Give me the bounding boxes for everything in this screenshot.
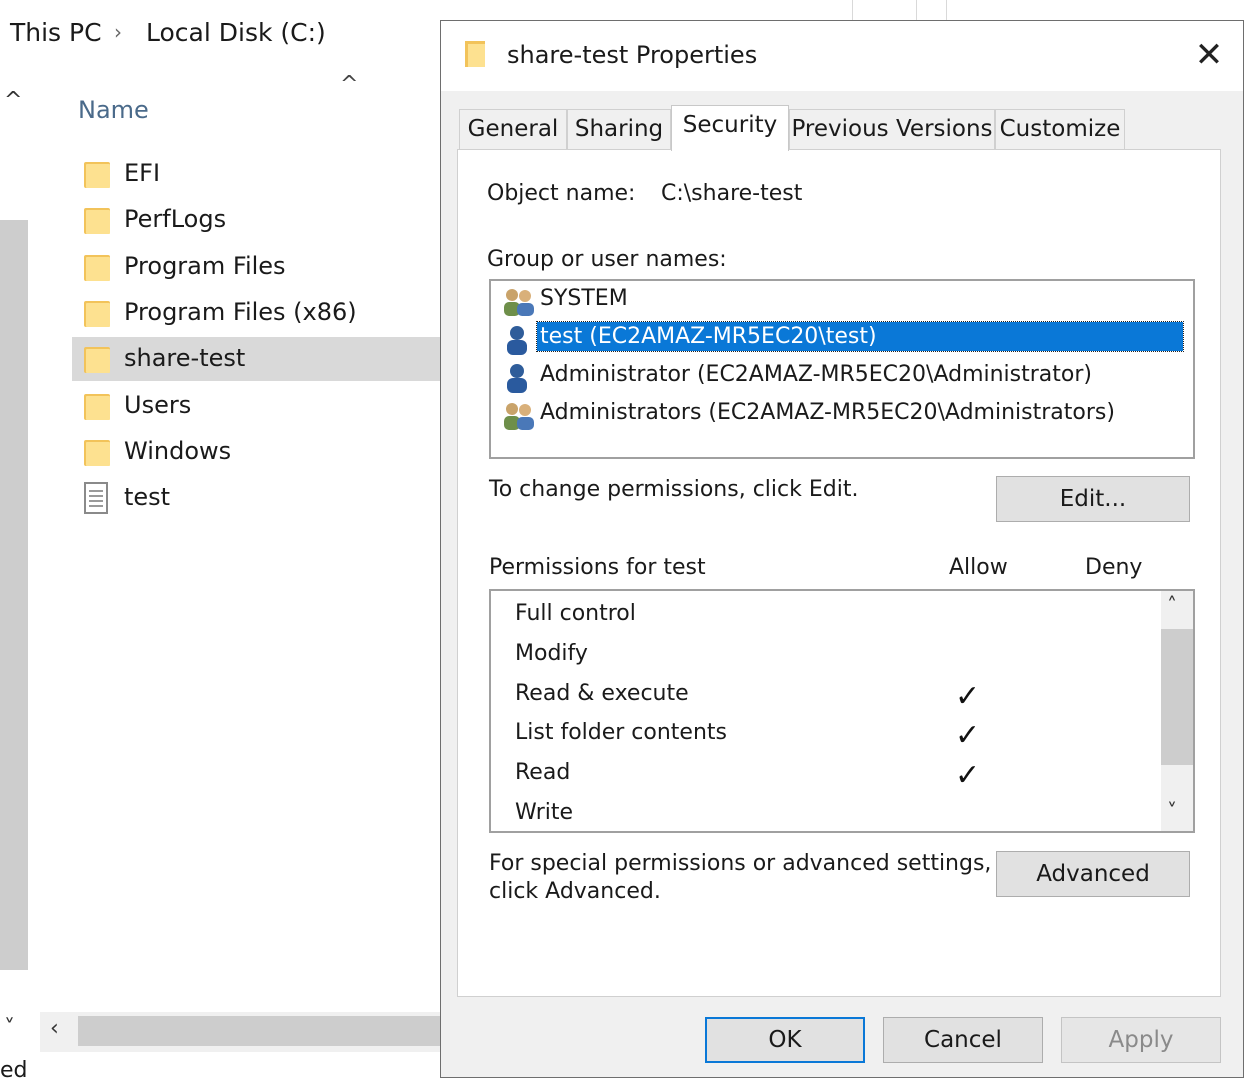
allow-checkmark-icon: ✓ <box>955 718 981 754</box>
tab-previous-versions[interactable]: Previous Versions <box>789 109 995 149</box>
allow-checkmark-icon: ✓ <box>955 758 981 794</box>
edit-button[interactable]: Edit... <box>996 476 1190 522</box>
file-list-item[interactable]: test <box>72 476 440 520</box>
folder-icon <box>84 438 110 466</box>
cancel-button[interactable]: Cancel <box>883 1017 1043 1063</box>
file-name: PerfLogs <box>124 205 227 234</box>
user-name: test (EC2AMAZ-MR5EC20\test) <box>536 321 1184 352</box>
scroll-up-icon[interactable]: ^ <box>4 88 22 113</box>
apply-button[interactable]: Apply <box>1061 1017 1221 1063</box>
advanced-button[interactable]: Advanced <box>996 851 1190 897</box>
permission-row: Read & execute ✓ <box>515 677 1155 715</box>
file-list-item[interactable]: Users <box>72 384 440 428</box>
group-or-user-names-label: Group or user names: <box>487 247 727 272</box>
divider <box>916 0 917 22</box>
scroll-down-icon[interactable]: ˅ <box>4 1016 15 1041</box>
sort-up-icon: ^ <box>340 72 359 97</box>
allow-column-header: Allow <box>949 555 1008 580</box>
file-name: Windows <box>124 436 232 465</box>
divider <box>946 0 947 22</box>
user-name: SYSTEM <box>540 286 628 311</box>
file-name: share-test <box>124 344 246 373</box>
permission-name: Read & execute <box>515 680 689 706</box>
permission-row: List folder contents ✓ <box>515 716 1155 754</box>
folder-icon <box>84 160 110 188</box>
object-name-value: C:\share-test <box>661 181 803 206</box>
user-list[interactable]: SYSTEM test (EC2AMAZ-MR5EC20\test) Adminis… <box>489 279 1195 459</box>
folder-icon <box>84 345 110 374</box>
tab-security[interactable]: Security <box>671 105 789 151</box>
permissions-list: ˄ ˅ Full control Modify Read & execute ✓ Lis… <box>489 589 1195 833</box>
file-list-item[interactable]: Program Files (x86) <box>72 291 440 335</box>
divider <box>852 0 853 22</box>
scroll-left-icon[interactable]: ‹ <box>50 1016 59 1041</box>
status-bar-text: ed <box>0 1058 28 1083</box>
permission-row: Read ✓ <box>515 756 1155 794</box>
tab-general[interactable]: General <box>459 109 567 149</box>
dialog-titlebar[interactable]: share-test Properties ✕ <box>441 21 1243 91</box>
permissions-for-label: Permissions for test <box>489 555 706 580</box>
permission-name: Read <box>515 760 571 786</box>
chevron-right-icon: › <box>114 20 122 44</box>
user-name: Administrators (EC2AMAZ-MR5EC20\Administ… <box>540 400 1115 425</box>
chevron-down-icon[interactable]: ˅ <box>1167 799 1177 823</box>
file-name: EFI <box>124 159 161 187</box>
file-list-item[interactable]: Windows <box>72 430 440 474</box>
permission-name: Modify <box>515 640 588 666</box>
dialog-title: share-test Properties <box>507 41 758 69</box>
group-users-icon <box>501 401 537 431</box>
special-permissions-hint-line2: click Advanced. <box>489 879 661 904</box>
horizontal-scrollbar-thumb[interactable] <box>78 1016 440 1046</box>
user-icon <box>501 363 537 393</box>
chevron-up-icon[interactable]: ˄ <box>1167 593 1177 617</box>
folder-icon <box>84 206 110 235</box>
user-name: Administrator (EC2AMAZ-MR5EC20\Administr… <box>540 362 1092 387</box>
file-list-item[interactable]: PerfLogs <box>72 198 440 242</box>
folder-icon <box>84 299 110 327</box>
ok-button[interactable]: OK <box>705 1017 865 1063</box>
folder-icon <box>84 392 110 420</box>
user-icon <box>501 325 537 355</box>
permission-row: Modify <box>515 637 1155 675</box>
deny-column-header: Deny <box>1085 555 1143 580</box>
object-name-label: Object name: <box>487 181 636 206</box>
group-users-icon <box>501 287 537 317</box>
user-list-item[interactable]: test (EC2AMAZ-MR5EC20\test) <box>499 321 1191 357</box>
file-name: Program Files (x86) <box>124 297 357 326</box>
breadcrumb-this-pc[interactable]: This PC <box>10 18 102 47</box>
file-name: Program Files <box>124 251 286 280</box>
permission-row: Write <box>515 796 1155 831</box>
user-list-item[interactable]: SYSTEM <box>499 283 1191 319</box>
tab-customize[interactable]: Customize <box>995 109 1125 149</box>
file-list-item[interactable]: Program Files <box>72 245 440 289</box>
file-list-item[interactable]: EFI <box>72 152 440 196</box>
column-header-name[interactable]: Name <box>78 96 149 124</box>
permissions-scrollbar-thumb[interactable] <box>1161 629 1193 765</box>
user-list-item[interactable]: Administrator (EC2AMAZ-MR5EC20\Administr… <box>499 359 1191 395</box>
permission-row: Full control <box>515 597 1155 635</box>
file-name: Users <box>124 390 192 419</box>
breadcrumb-local-disk[interactable]: Local Disk (C:) <box>146 18 326 47</box>
permission-name: Full control <box>515 601 636 626</box>
special-permissions-hint-line1: For special permissions or advanced sett… <box>489 851 992 876</box>
file-list-item[interactable]: share-test <box>72 337 440 382</box>
permission-name: List folder contents <box>515 720 727 746</box>
change-permissions-hint: To change permissions, click Edit. <box>489 477 859 502</box>
user-list-item[interactable]: Administrators (EC2AMAZ-MR5EC20\Administ… <box>499 397 1191 433</box>
text-file-icon <box>84 482 108 515</box>
properties-dialog: share-test Properties ✕ General Sharing … <box>440 20 1244 1078</box>
close-icon[interactable]: ✕ <box>1189 35 1229 75</box>
tab-sharing[interactable]: Sharing <box>567 109 671 149</box>
folder-icon <box>84 253 110 281</box>
nav-scrollbar-thumb[interactable] <box>0 220 28 970</box>
allow-checkmark-icon: ✓ <box>955 678 981 714</box>
folder-icon <box>465 41 485 67</box>
permission-name: Write <box>515 800 574 825</box>
file-name: test <box>124 483 171 512</box>
